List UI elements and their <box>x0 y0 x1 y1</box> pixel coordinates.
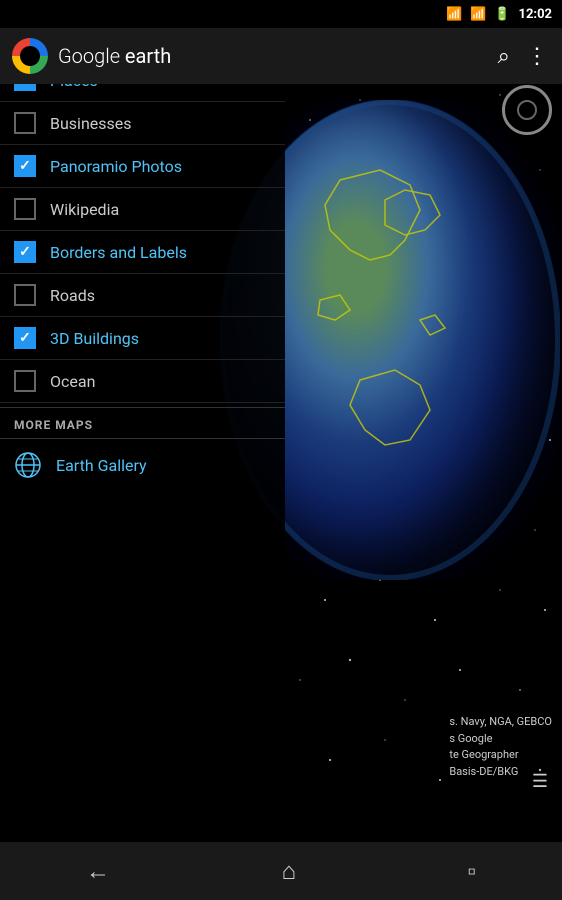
more-maps-header: MORE MAPS <box>0 407 285 439</box>
layer-item[interactable]: Roads <box>0 274 285 317</box>
more-maps-label: Earth Gallery <box>56 456 147 475</box>
layer-item[interactable]: Businesses <box>0 102 285 145</box>
attribution-line: te Geographer <box>449 747 552 764</box>
search-icon[interactable]: ⌕ <box>498 44 510 69</box>
status-bar: 📶 📶 🔋 12:02 <box>0 0 562 28</box>
app-icon <box>12 38 48 74</box>
layer-checkbox[interactable] <box>14 327 36 349</box>
layer-checkbox[interactable] <box>14 155 36 177</box>
layer-label: Roads <box>50 286 95 305</box>
more-maps-list: Earth Gallery <box>0 439 285 491</box>
overflow-menu-icon[interactable]: ⋮ <box>526 44 548 69</box>
menu-lines-icon[interactable]: ☰ <box>532 771 548 792</box>
layer-label: Wikipedia <box>50 200 119 219</box>
globe-icon <box>14 451 42 479</box>
app-logo: Google earth <box>0 38 498 74</box>
wifi-icon: 📶 <box>470 7 486 22</box>
more-maps-item[interactable]: Earth Gallery <box>0 439 285 491</box>
layer-item[interactable]: Panoramio Photos <box>0 145 285 188</box>
layer-checkbox[interactable] <box>14 284 36 306</box>
top-bar: Google earth ⌕ ⋮ <box>0 28 562 84</box>
attribution-line: s Google <box>449 731 552 748</box>
home-button[interactable]: ⌂ <box>261 849 316 894</box>
layer-checkbox[interactable] <box>14 198 36 220</box>
layer-label: Panoramio Photos <box>50 157 182 176</box>
layers-list: PlacesBusinessesPanoramio PhotosWikipedi… <box>0 59 285 403</box>
layer-label: Borders and Labels <box>50 243 187 262</box>
bluetooth-icon: 📶 <box>446 7 462 22</box>
layer-item[interactable]: Borders and Labels <box>0 231 285 274</box>
status-time: 12:02 <box>519 7 553 22</box>
layer-checkbox[interactable] <box>14 112 36 134</box>
compass[interactable] <box>502 85 552 135</box>
attribution-line: s. Navy, NGA, GEBCO <box>449 714 552 731</box>
layer-label: 3D Buildings <box>50 329 139 348</box>
app-title: Google earth <box>58 44 171 68</box>
sidebar: LAYERS PlacesBusinessesPanoramio PhotosW… <box>0 28 285 900</box>
nav-bar: ← ⌂ ▫ <box>0 842 562 900</box>
top-bar-actions: ⌕ ⋮ <box>498 44 562 69</box>
layer-item[interactable]: Ocean <box>0 360 285 403</box>
layer-item[interactable]: Wikipedia <box>0 188 285 231</box>
back-button[interactable]: ← <box>66 849 130 894</box>
recent-apps-button[interactable]: ▫ <box>448 849 497 894</box>
layer-checkbox[interactable] <box>14 241 36 263</box>
battery-icon: 🔋 <box>494 7 510 22</box>
layer-label: Businesses <box>50 114 132 133</box>
layer-checkbox[interactable] <box>14 370 36 392</box>
layer-label: Ocean <box>50 372 95 391</box>
layer-item[interactable]: 3D Buildings <box>0 317 285 360</box>
